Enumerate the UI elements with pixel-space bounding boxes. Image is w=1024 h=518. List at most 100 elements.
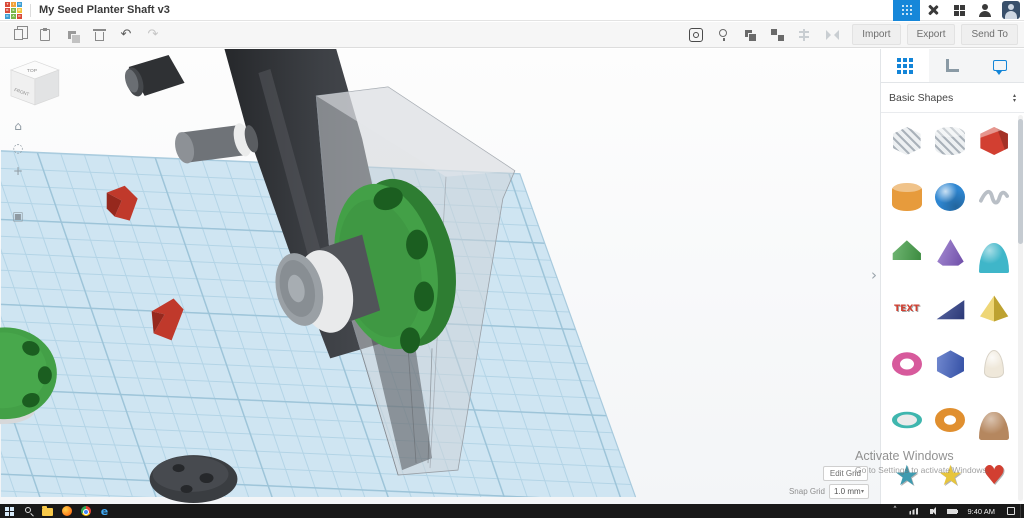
shape-torus[interactable]	[887, 339, 927, 389]
tray-expand-button[interactable]: ˄	[885, 504, 904, 518]
shape-polygon[interactable]	[930, 339, 970, 389]
cone-thumbnail	[937, 239, 964, 266]
toolbar: ↶ ↷ Import Export Send To	[0, 22, 1024, 48]
avatar[interactable]	[1002, 1, 1020, 19]
viewport-3d[interactable]: TOP FRONT ⌂ ◌ + ▣ › Edit Grid Snap Grid …	[0, 49, 880, 504]
shape-star[interactable]: ★	[887, 451, 927, 501]
duplicate-button[interactable]	[60, 24, 84, 46]
copy-icon	[13, 26, 28, 40]
adjust-button[interactable]	[684, 24, 708, 46]
shape-heart[interactable]: ♥	[974, 451, 1014, 501]
paste-button[interactable]	[33, 24, 57, 46]
show-desktop-button[interactable]	[1020, 504, 1024, 518]
shape-donut[interactable]	[930, 395, 970, 445]
shape-box[interactable]	[974, 116, 1014, 166]
view-cube[interactable]: TOP FRONT	[9, 60, 60, 106]
undo-button[interactable]: ↶	[114, 24, 138, 46]
top-bar-right	[893, 0, 1024, 21]
grid-settings-button[interactable]: ▣	[9, 207, 27, 225]
firefox-button[interactable]	[57, 504, 76, 518]
logo-tile: A	[11, 13, 16, 19]
shape-category-select[interactable]: Basic Shapes ▴ ▾	[881, 83, 1024, 113]
invite-button[interactable]	[972, 0, 998, 21]
logo-tile: I	[11, 1, 16, 7]
chrome-icon	[80, 506, 91, 516]
panel-scrollbar[interactable]	[1018, 115, 1023, 501]
shape-text[interactable]: TEXT	[887, 284, 927, 334]
shape-star-yellow[interactable]: ★	[930, 451, 970, 501]
start-button[interactable]	[0, 504, 19, 518]
shape-sphere[interactable]	[930, 172, 970, 222]
tinkercad-logo[interactable]: TIN KER CAD	[5, 1, 22, 19]
panel-collapse-handle[interactable]: ›	[868, 261, 880, 289]
hammer-icon	[927, 4, 939, 16]
tab-ruler[interactable]	[929, 49, 977, 82]
apps-grid-button[interactable]	[893, 0, 920, 21]
tinker-tools-button[interactable]	[920, 0, 946, 21]
shape-pyramid[interactable]	[974, 284, 1014, 334]
panel-tabs	[881, 49, 1024, 83]
import-button[interactable]: Import	[852, 24, 901, 45]
home-view-button[interactable]: ⌂	[9, 117, 27, 135]
blocks-button[interactable]	[946, 0, 972, 21]
file-explorer-button[interactable]	[38, 504, 57, 518]
action-center-button[interactable]	[1001, 504, 1020, 518]
align-button[interactable]	[792, 24, 816, 46]
view-cube-top-label[interactable]: TOP	[27, 68, 38, 74]
shape-scribble[interactable]	[974, 172, 1014, 222]
zoom-in-button[interactable]: +	[9, 162, 27, 180]
clock[interactable]: 9:40 AM	[961, 507, 1001, 516]
scrollbar-thumb[interactable]	[1018, 119, 1023, 244]
shape-roof[interactable]	[887, 228, 927, 278]
shape-cone[interactable]	[930, 228, 970, 278]
fit-view-button[interactable]: ◌	[9, 139, 27, 157]
copy-button[interactable]	[6, 24, 30, 46]
tab-shapes[interactable]	[881, 49, 929, 82]
cylinder-hole-thumbnail	[935, 126, 966, 155]
scribble-thumbnail	[979, 183, 1010, 211]
snap-grid-select[interactable]: 1.0 mm ▾	[829, 484, 869, 499]
category-spinner-icon[interactable]: ▴ ▾	[1013, 92, 1016, 103]
redo-button[interactable]: ↷	[141, 24, 165, 46]
edge-button[interactable]: e	[95, 504, 114, 518]
ruler-icon	[946, 59, 959, 72]
sphere-thumbnail	[935, 182, 966, 211]
dark-part-bottom[interactable]	[149, 455, 238, 504]
speaker-icon	[929, 507, 936, 515]
battery-button[interactable]	[942, 504, 961, 518]
design-title[interactable]: My Seed Planter Shaft v3	[39, 4, 170, 16]
network-button[interactable]	[904, 504, 923, 518]
pyramid-thumbnail	[980, 295, 1009, 322]
shape-tube[interactable]	[887, 395, 927, 445]
box-thumbnail	[980, 127, 1008, 155]
delete-button[interactable]	[87, 24, 111, 46]
shape-wedge[interactable]	[930, 284, 970, 334]
apps-grid-icon	[901, 5, 904, 7]
shape-box-hole[interactable]	[887, 116, 927, 166]
dome-thumbnail	[979, 412, 1010, 440]
main-area: TOP FRONT ⌂ ◌ + ▣ › Edit Grid Snap Grid …	[0, 49, 1024, 504]
mirror-button[interactable]	[819, 24, 843, 46]
shape-dome[interactable]	[974, 395, 1014, 445]
shape-cylinder-hole[interactable]	[930, 116, 970, 166]
shape-cylinder[interactable]	[887, 172, 927, 222]
top-bar: TIN KER CAD My Seed Planter Shaft v3	[0, 0, 1024, 21]
show-all-button[interactable]	[711, 24, 735, 46]
search-button[interactable]	[19, 504, 38, 518]
star-yellow-thumbnail: ★	[937, 459, 964, 493]
send-to-button[interactable]: Send To	[961, 24, 1018, 45]
chrome-button[interactable]	[76, 504, 95, 518]
group-button[interactable]	[738, 24, 762, 46]
logo-tile: R	[17, 7, 22, 13]
shape-paraboloid[interactable]	[974, 339, 1014, 389]
export-button[interactable]: Export	[906, 24, 956, 45]
toolbar-right: Import Export Send To	[684, 24, 1018, 46]
volume-button[interactable]	[923, 504, 942, 518]
edit-grid-button[interactable]: Edit Grid	[822, 466, 868, 481]
shape-half-sphere[interactable]	[974, 228, 1014, 278]
tab-notes[interactable]	[976, 49, 1024, 82]
logo-tile: D	[17, 13, 22, 19]
scene-3d[interactable]: TOP FRONT	[0, 49, 880, 504]
group-icon	[745, 29, 758, 42]
ungroup-button[interactable]	[765, 24, 789, 46]
